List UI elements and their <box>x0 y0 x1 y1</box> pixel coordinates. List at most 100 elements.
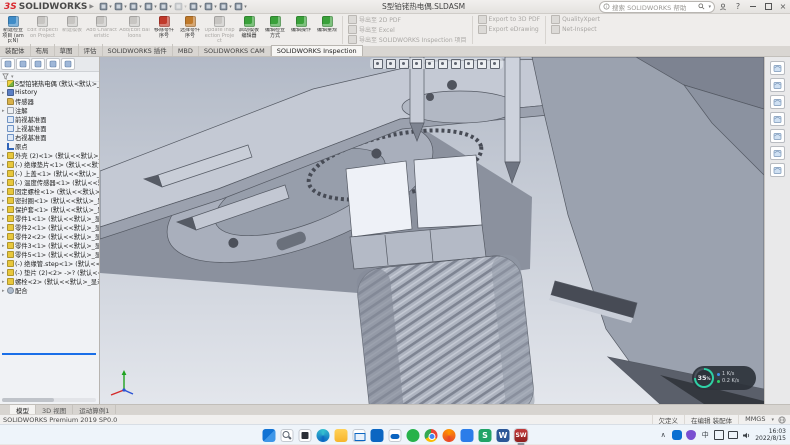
menu-expand-arrow-icon[interactable]: ▶ <box>89 3 94 10</box>
taskbar-clock[interactable]: 16:03 2022/8/15 <box>755 428 788 442</box>
tree-item[interactable]: 前视基准面 <box>0 115 99 124</box>
edit-appearance-icon[interactable] <box>464 59 474 69</box>
mail[interactable] <box>353 429 366 442</box>
solidworks-forum-icon[interactable] <box>770 163 785 177</box>
file-properties-icon[interactable]: ▾ <box>219 1 232 12</box>
security-tray[interactable] <box>686 430 696 440</box>
task-view[interactable] <box>299 429 312 442</box>
tree-item[interactable]: ▸ 配合 <box>0 286 99 295</box>
design-library-icon[interactable] <box>770 78 785 92</box>
search-dropdown-icon[interactable]: ▾ <box>708 4 711 10</box>
chrome[interactable] <box>425 429 438 442</box>
start[interactable] <box>263 429 276 442</box>
ribbon-button[interactable]: 编辑检查方式 <box>262 14 288 46</box>
search-icon[interactable] <box>698 3 705 10</box>
wps-spreadsheet[interactable]: S <box>479 429 492 442</box>
rebuild-icon[interactable]: ▾ <box>204 1 217 12</box>
export-menu-item[interactable]: 导出至 SOLIDWORKS Inspection 项目 <box>348 35 467 44</box>
view-orientation-icon[interactable] <box>425 59 435 69</box>
device[interactable] <box>728 431 738 439</box>
tree-item[interactable]: ▸ 螺栓<2> (默认<<默认>_显示状态 <box>0 277 99 286</box>
export-menu-item[interactable]: Export to 3D PDF <box>478 15 541 24</box>
ribbon-button[interactable]: Add/Edit Balloons <box>118 14 151 46</box>
command-tab[interactable]: 评估 <box>79 44 103 56</box>
tray-expand[interactable]: ∧ <box>658 430 668 440</box>
zoom-fit-icon[interactable] <box>373 59 383 69</box>
displaymanager-tab-icon[interactable] <box>61 58 75 70</box>
appearances-scenes-icon[interactable] <box>770 129 785 143</box>
microsoft-store[interactable] <box>371 429 384 442</box>
tree-item[interactable]: 右视基准面 <box>0 133 99 142</box>
ribbon-button[interactable]: 启动模板编辑器 <box>236 14 262 46</box>
quality-menu-item[interactable]: QualityXpert <box>551 15 600 24</box>
tree-item[interactable]: ▸ (-) 绝缘垫片<1> (默认<<默认>_显示状 <box>0 160 99 169</box>
hide-show-items-icon[interactable] <box>451 59 461 69</box>
file-explorer[interactable] <box>335 429 348 442</box>
search-help-box[interactable]: i 搜索 SOLIDWORKS 帮助 ▾ <box>599 1 715 13</box>
ribbon-button[interactable]: Add Characteristic <box>85 14 118 46</box>
export-menu-item[interactable]: 导出至 Excel <box>348 25 467 34</box>
tree-item[interactable]: ▸ (-) 绝缘管.step<1> (默认<<默认> <box>0 259 99 268</box>
command-tab[interactable]: 草图 <box>55 44 79 56</box>
propertymanager-tab-icon[interactable] <box>16 58 30 70</box>
options-icon[interactable]: ▾ <box>234 1 247 12</box>
tree-item[interactable]: ▸ 零件1<1> (默认<<默认>_显示状 <box>0 214 99 223</box>
solidworks[interactable]: SW <box>515 429 528 442</box>
ribbon-button[interactable]: 新建检查项目 (amp;N) <box>0 14 26 46</box>
tree-item[interactable]: ▸ History <box>0 88 99 97</box>
ribbon-button[interactable]: 编辑操作 <box>288 14 314 46</box>
ribbon-button[interactable]: 选择零件序号 <box>177 14 203 46</box>
onedrive-tray[interactable] <box>672 430 682 440</box>
browser-orange[interactable] <box>443 429 456 442</box>
graphics-viewport[interactable]: 35% 1 K/s 0.2 K/s <box>100 57 764 404</box>
print-icon[interactable]: ▾ <box>159 1 172 12</box>
ribbon-button[interactable]: Update Inspection Project <box>203 14 236 46</box>
scrollbar-thumb[interactable] <box>2 398 54 402</box>
tree-horizontal-scrollbar[interactable] <box>2 398 96 402</box>
ribbon-button[interactable]: Edit Inspection Project <box>26 14 59 46</box>
document-tab[interactable]: 3D 视图 <box>36 405 73 414</box>
featuremanager-tab-icon[interactable] <box>1 58 15 70</box>
tree-item[interactable]: ▸ (-) 垫片 (2)<2> ->? (默认<<默认 <box>0 268 99 277</box>
open-icon[interactable]: ▾ <box>129 1 142 12</box>
select-icon[interactable]: ▾ <box>189 1 202 12</box>
close-button[interactable]: × <box>776 1 790 12</box>
apply-scene-icon[interactable] <box>477 59 487 69</box>
command-tab[interactable]: SOLIDWORKS CAM <box>199 46 271 56</box>
ribbon-button[interactable]: 编辑量规 <box>314 14 340 46</box>
tree-item[interactable]: ▸ 固定螺栓<1> (默认<<默认>_显示 <box>0 187 99 196</box>
quality-menu-item[interactable]: Net-Inspect <box>551 25 600 34</box>
command-tab[interactable]: SOLIDWORKS Inspection <box>271 45 363 56</box>
command-tab[interactable]: 装配体 <box>0 44 31 56</box>
tree-item[interactable]: ▸ 零件3<1> (默认<<默认>_显示状 <box>0 241 99 250</box>
export-menu-item[interactable]: 导出至 2D PDF <box>348 15 467 24</box>
custom-properties-icon[interactable] <box>770 146 785 160</box>
tree-item[interactable]: ▸ 注解 <box>0 106 99 115</box>
edge[interactable] <box>317 429 330 442</box>
document-tab[interactable]: 模型 <box>10 405 36 414</box>
web-help-globe-icon[interactable] <box>778 416 786 424</box>
tree-item[interactable]: ▸ 零件5<1> (默认<<默认>_显示状 <box>0 250 99 259</box>
tree-item[interactable]: S型铂铑热电偶 (默认<默认>_显示状态-1 <box>0 79 99 88</box>
display-style-icon[interactable] <box>438 59 448 69</box>
tree-item[interactable]: 上视基准面 <box>0 124 99 133</box>
wps-writer[interactable]: W <box>497 429 510 442</box>
tree-item[interactable]: 原点 <box>0 142 99 151</box>
tree-item[interactable]: ▸ 外壳 (2)<1> (默认<<默认>_显示状 <box>0 151 99 160</box>
search[interactable] <box>281 429 294 442</box>
net-speed-badge[interactable]: 35% 1 K/s 0.2 K/s <box>692 366 756 390</box>
input-grid[interactable] <box>714 430 724 440</box>
volume-icon[interactable] <box>742 431 751 440</box>
tree-item[interactable]: ▸ 零件2<2> (默认<<默认>_显示状 <box>0 232 99 241</box>
new-document-icon[interactable]: ▾ <box>114 1 127 12</box>
cad-model-canvas[interactable] <box>100 57 764 404</box>
previous-view-icon[interactable] <box>399 59 409 69</box>
tree-item[interactable]: ▸ 密封圈<1> (默认<<默认>_显示状 <box>0 196 99 205</box>
save-icon[interactable]: ▾ <box>144 1 157 12</box>
document-tab[interactable]: 运动算例1 <box>73 405 116 414</box>
tree-item[interactable]: 传感器 <box>0 97 99 106</box>
threaded-cylinder[interactable] <box>355 253 536 404</box>
file-explorer-pane-icon[interactable] <box>770 95 785 109</box>
units-caret-icon[interactable]: ▾ <box>771 417 774 423</box>
ribbon-button[interactable]: 移除零件序号 <box>151 14 177 46</box>
